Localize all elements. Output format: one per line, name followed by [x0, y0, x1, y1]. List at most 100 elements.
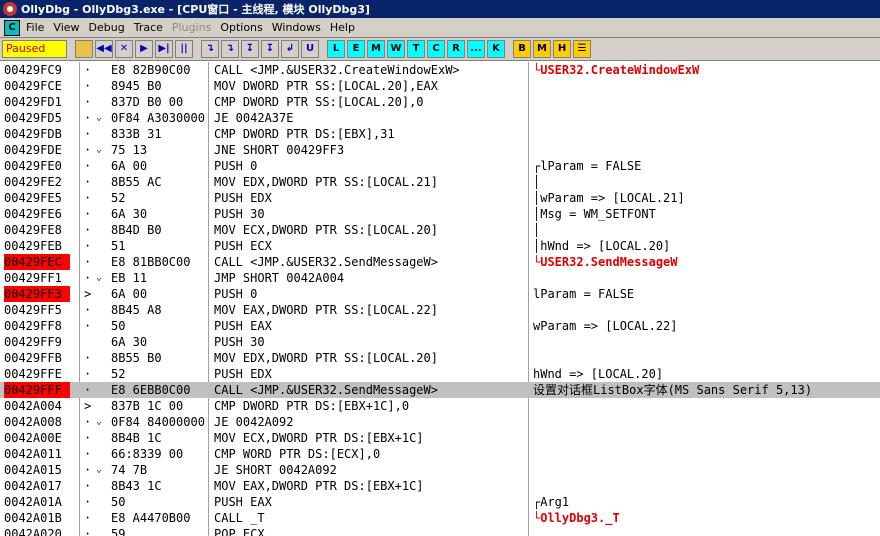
jump-marker: · — [84, 303, 92, 317]
debug-nav-button-2[interactable]: ▶ — [135, 40, 153, 58]
disasm-row[interactable]: 00429FDB · 833B 31 CMP DWORD PTR DS:[EBX],3… — [0, 126, 880, 142]
menu-options[interactable]: Options — [220, 21, 262, 34]
step-button-3[interactable]: ↧ — [261, 40, 279, 58]
address-cell: 0042A020 — [4, 527, 62, 536]
disassembly-cell: PUSH EAX — [214, 495, 272, 509]
menu-debug[interactable]: Debug — [89, 21, 125, 34]
menu-trace[interactable]: Trace — [134, 21, 163, 34]
disasm-row[interactable]: 00429FEB · 51 PUSH ECX │hWnd => [LOCAL.20] — [0, 238, 880, 254]
step-button-2[interactable]: ↧ — [241, 40, 259, 58]
disassembly-cell: MOV EDX,DWORD PTR SS:[LOCAL.20] — [214, 351, 438, 365]
disasm-row[interactable]: 0042A008 · ⌄ 0F84 84000000 JE 0042A092 — [0, 414, 880, 430]
window-button-2[interactable]: M — [367, 40, 385, 58]
disasm-row[interactable]: 0042A017 · 8B43 1C MOV EAX,DWORD PTR DS:[EB… — [0, 478, 880, 494]
status-indicator: Paused — [2, 40, 67, 58]
address-cell: 0042A01A — [4, 495, 62, 509]
menu-file[interactable]: File — [26, 21, 44, 34]
disasm-row[interactable]: 00429FEC · E8 81BB0C00 CALL <JMP.&USER32.Se… — [0, 254, 880, 270]
disasm-row[interactable]: 00429FD5 · ⌄ 0F84 A3030000 JE 0042A37E — [0, 110, 880, 126]
window-button-8[interactable]: K — [487, 40, 505, 58]
disassembly-cell: CMP DWORD PTR DS:[EBX+1C],0 — [214, 399, 410, 413]
window-button-7[interactable]: ... — [467, 40, 485, 58]
address-cell: 00429FDB — [4, 127, 62, 141]
menu-view[interactable]: View — [53, 21, 79, 34]
disassembly-cell: MOV DWORD PTR SS:[LOCAL.20],EAX — [214, 79, 438, 93]
disasm-row[interactable]: 00429FF3 >6A 00 PUSH 0 lParam = FALSE — [0, 286, 880, 302]
cpu-disassembly-pane[interactable]: 00429FC9 · E8 82B90C00 CALL <JMP.&USER32.Cr… — [0, 62, 880, 536]
disasm-row[interactable]: 00429FF5 · 8B45 A8 MOV EAX,DWORD PTR SS:[LO… — [0, 302, 880, 318]
extra-button-0[interactable]: B — [513, 40, 531, 58]
jump-marker: · — [84, 95, 92, 109]
disasm-row[interactable]: 00429FC9 · E8 82B90C00 CALL <JMP.&USER32.Cr… — [0, 62, 880, 78]
debug-nav-button-3[interactable]: ▶| — [155, 40, 173, 58]
step-button-0[interactable]: ↴ — [201, 40, 219, 58]
window-button-0[interactable]: L — [327, 40, 345, 58]
address-cell: 00429FE0 — [4, 159, 62, 173]
hex-dump-cell: 8B43 1C — [111, 479, 162, 493]
disasm-row[interactable]: 0042A020 · 59 POP ECX — [0, 526, 880, 536]
hex-dump-cell: EB 11 — [111, 271, 148, 285]
comment-cell: └USER32.SendMessageW — [533, 255, 678, 269]
address-cell: 00429FE2 — [4, 175, 62, 189]
disasm-row[interactable]: 00429FE6 · 6A 30 PUSH 30 │Msg = WM_SETFONT — [0, 206, 880, 222]
comment-cell: lParam = FALSE — [533, 287, 635, 301]
disassembly-cell: CALL <JMP.&USER32.CreateWindowExW> — [214, 63, 460, 77]
jump-marker: > — [84, 399, 92, 413]
disasm-row[interactable]: 00429FE2 · 8B55 AC MOV EDX,DWORD PTR SS:[LO… — [0, 174, 880, 190]
open-folder-icon[interactable] — [75, 40, 93, 58]
disasm-row[interactable]: 00429FF9 6A 30 PUSH 30 — [0, 334, 880, 350]
window-button-1[interactable]: E — [347, 40, 365, 58]
disasm-row[interactable]: 00429FD1 · 837D B0 00 CMP DWORD PTR SS:[LOC… — [0, 94, 880, 110]
extra-button-1[interactable]: M — [533, 40, 551, 58]
disasm-row[interactable]: 0042A015 · ⌄ 74 7B JE SHORT 0042A092 — [0, 462, 880, 478]
debug-nav-button-0[interactable]: ◀◀ — [95, 40, 113, 58]
jump-marker: · — [84, 175, 92, 189]
disassembly-cell: PUSH ECX — [214, 239, 272, 253]
hex-dump-cell: 8B4B 1C — [111, 431, 162, 445]
extra-button-2[interactable]: H — [553, 40, 571, 58]
menu-plugins[interactable]: Plugins — [172, 21, 211, 34]
extra-button-3[interactable]: ☰ — [573, 40, 591, 58]
disasm-row[interactable]: 0042A011 · 66:8339 00 CMP WORD PTR DS:[ECX]… — [0, 446, 880, 462]
address-cell: 00429FEC — [4, 254, 70, 270]
hex-dump-cell: 6A 00 — [111, 287, 148, 301]
window-button-6[interactable]: R — [447, 40, 465, 58]
menu-items: File View Debug Trace Plugins Options Windows H… — [26, 21, 364, 34]
address-cell: 00429FFF — [4, 382, 70, 398]
hex-dump-cell: 52 — [111, 367, 126, 381]
debug-nav-button-1[interactable]: ✕ — [115, 40, 133, 58]
disasm-row[interactable]: 00429FDE · ⌄ 75 13 JNE SHORT 00429FF3 — [0, 142, 880, 158]
window-button-5[interactable]: C — [427, 40, 445, 58]
comment-cell: │ — [533, 223, 541, 237]
disasm-row[interactable]: 0042A01A · 50 PUSH EAX ┌Arg1 — [0, 494, 880, 510]
menu-help[interactable]: Help — [330, 21, 355, 34]
disasm-row[interactable]: 00429FE5 · 52 PUSH EDX │wParam => [LOCAL.21] — [0, 190, 880, 206]
disasm-row[interactable]: 00429FF8 · 50 PUSH EAX wParam => [LOCAL.22] — [0, 318, 880, 334]
disasm-row[interactable]: 00429FF1 · ⌄ EB 11 JMP SHORT 0042A004 — [0, 270, 880, 286]
disassembly-cell: JE 0042A092 — [214, 415, 294, 429]
window-button-4[interactable]: T — [407, 40, 425, 58]
disassembly-cell: MOV ECX,DWORD PTR SS:[LOCAL.20] — [214, 223, 438, 237]
disasm-row[interactable]: 00429FFB · 8B55 B0 MOV EDX,DWORD PTR SS:[LO… — [0, 350, 880, 366]
debug-nav-button-4[interactable]: || — [175, 40, 193, 58]
step-button-1[interactable]: ↴ — [221, 40, 239, 58]
step-button-5[interactable]: U — [301, 40, 319, 58]
disasm-row[interactable]: 00429FFF · E8 6EBB0C00 CALL <JMP.&USER32.Se… — [0, 382, 880, 398]
hex-dump-cell: 66:8339 00 — [111, 447, 184, 461]
disassembly-cell: MOV ECX,DWORD PTR DS:[EBX+1C] — [214, 431, 424, 445]
cpu-window-icon[interactable]: C — [4, 19, 20, 36]
disasm-row[interactable]: 00429FCE · 8945 B0 MOV DWORD PTR SS:[LOCAL.… — [0, 78, 880, 94]
step-button-4[interactable]: ↲ — [281, 40, 299, 58]
disasm-row[interactable]: 0042A004 >837B 1C 00 CMP DWORD PTR DS:[EBX… — [0, 398, 880, 414]
disasm-row[interactable]: 0042A00E · 8B4B 1C MOV ECX,DWORD PTR DS:[EB… — [0, 430, 880, 446]
disasm-row[interactable]: 00429FE8 · 8B4D B0 MOV ECX,DWORD PTR SS:[LO… — [0, 222, 880, 238]
jump-marker: · — [84, 63, 92, 77]
window-button-3[interactable]: W — [387, 40, 405, 58]
disasm-row[interactable]: 0042A01B · E8 A4470B00 CALL _T └OllyDbg3._T — [0, 510, 880, 526]
disasm-row[interactable]: 00429FFE · 52 PUSH EDX hWnd => [LOCAL.20] — [0, 366, 880, 382]
menu-windows[interactable]: Windows — [272, 21, 321, 34]
address-cell: 00429FFE — [4, 367, 62, 381]
hex-dump-cell: 8945 B0 — [111, 79, 162, 93]
disasm-row[interactable]: 00429FE0 · 6A 00 PUSH 0 ┌lParam = FALSE — [0, 158, 880, 174]
comment-cell: hWnd => [LOCAL.20] — [533, 367, 664, 381]
